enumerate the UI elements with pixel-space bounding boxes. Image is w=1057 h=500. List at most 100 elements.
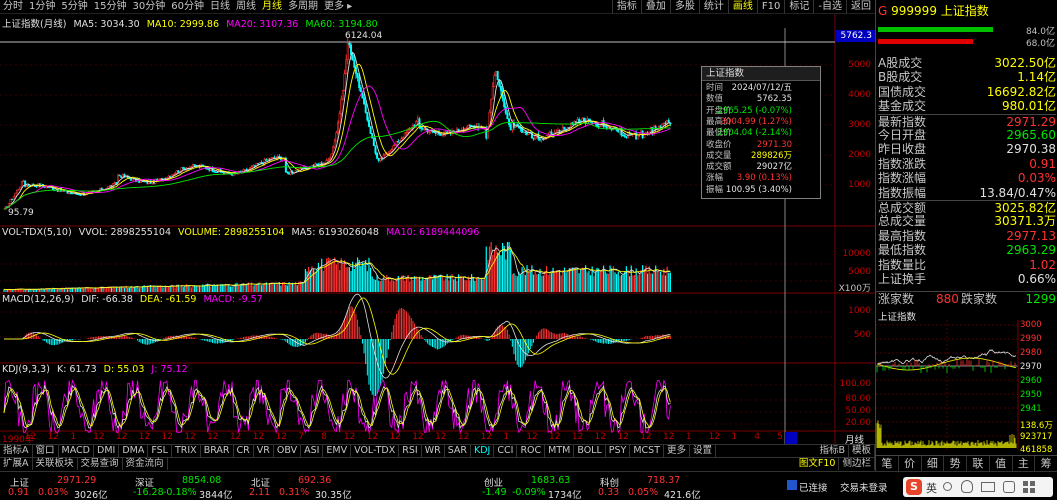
volume-bar — [604, 271, 606, 292]
indicator-tab-21[interactable]: BOLL — [574, 445, 606, 457]
quote-tab-0[interactable]: 笔 — [876, 456, 899, 471]
punctuation-icon[interactable] — [943, 482, 952, 491]
indicator-tab-24[interactable]: 更多 — [664, 445, 691, 457]
quote-tab-1[interactable]: 价 — [899, 456, 922, 471]
period-tab-8[interactable]: 月线 — [259, 0, 285, 14]
volume-bar — [462, 276, 465, 292]
volume-bars — [3, 242, 671, 292]
indicator-tab-16[interactable]: SAR — [445, 445, 471, 457]
toolbar-button-7[interactable]: -自选 — [813, 0, 846, 14]
indicator-tab-8[interactable]: CR — [234, 445, 254, 457]
time-label-19: 12 — [435, 432, 447, 442]
sub-right-tab-0[interactable]: 图文F10 — [796, 458, 840, 470]
quote-tab-3[interactable]: 势 — [944, 456, 967, 471]
indicator-tab-22[interactable]: PSY — [606, 445, 631, 457]
ime-toolbar[interactable]: S 英 — [903, 477, 1053, 497]
indicator-tab-1[interactable]: 窗口 — [33, 445, 59, 457]
sub-tab-3[interactable]: 资金流向 — [123, 458, 168, 470]
d-value: D: 55.03 — [103, 364, 145, 375]
toolbar-button-6[interactable]: 标记 — [784, 0, 813, 14]
indicator-tab-13[interactable]: VOL-TDX — [351, 445, 400, 457]
indicator-tab-17[interactable]: KDJ — [471, 445, 495, 457]
volume-bar — [211, 285, 214, 292]
sub-tab-1[interactable]: 关联板块 — [33, 458, 78, 470]
candle-body — [428, 131, 431, 133]
rise-count: 880 — [936, 292, 959, 306]
quote-tab-5[interactable]: 值 — [990, 456, 1013, 471]
indicator-tab-12[interactable]: EMV — [323, 445, 352, 457]
indicator-tab-10[interactable]: OBV — [274, 445, 302, 457]
period-tab-2[interactable]: 5分钟 — [58, 0, 90, 14]
volume-bar — [353, 269, 355, 292]
toolbar-button-2[interactable]: 多股 — [669, 0, 699, 14]
microphone-icon[interactable] — [961, 480, 973, 493]
volume-bar — [195, 286, 197, 292]
indicator-tab-18[interactable]: CCI — [494, 445, 518, 457]
period-tab-6[interactable]: 日线 — [207, 0, 233, 14]
indicator-tab-20[interactable]: MTM — [545, 445, 575, 457]
status-value: 718.37 — [647, 475, 681, 486]
indicator-right-tab-0[interactable]: 指标B — [816, 445, 849, 457]
toolbar-button-0[interactable]: 指标 — [611, 0, 641, 14]
quote-tab-7[interactable]: 筹 — [1035, 456, 1057, 471]
period-tab-10[interactable]: 更多 ▸ — [321, 0, 355, 14]
indicator-tab-3[interactable]: DMI — [94, 445, 120, 457]
indicator-tab-23[interactable]: MCST — [630, 445, 665, 457]
sub-tab-0[interactable]: 扩展A — [0, 458, 33, 470]
period-tab-5[interactable]: 60分钟 — [168, 0, 207, 14]
quote-tab-6[interactable]: 主 — [1013, 456, 1036, 471]
indicator-tab-11[interactable]: ASI — [301, 445, 324, 457]
period-tab-3[interactable]: 15分钟 — [91, 0, 130, 14]
period-tab-1[interactable]: 1分钟 — [26, 0, 58, 14]
volume-bar — [413, 276, 416, 292]
candle-body — [11, 198, 14, 201]
indicator-tab-9[interactable]: VR — [254, 445, 274, 457]
indicator-tab-6[interactable]: TRIX — [172, 445, 201, 457]
keyboard-icon[interactable] — [981, 482, 995, 492]
volume-bar — [493, 250, 496, 292]
chart-area[interactable]: 上证指数(月线) MA5: 3034.30 MA10: 2999.86 MA20… — [0, 14, 875, 446]
kdj-legend-title: KDJ(9,3,3) — [2, 364, 50, 375]
period-tab-4[interactable]: 30分钟 — [129, 0, 168, 14]
volume-bar — [668, 272, 670, 292]
quote-row: 上证换手 0.66% — [878, 272, 1056, 286]
toolbar-button-8[interactable]: 返回 — [846, 0, 875, 14]
menu-grid-icon[interactable] — [1023, 481, 1035, 493]
indicator-tab-7[interactable]: BRAR — [201, 445, 234, 457]
ma5-value: MA5: 3034.30 — [73, 19, 140, 30]
candle-body — [511, 122, 514, 131]
toolbar-button-1[interactable]: 叠加 — [640, 0, 670, 14]
indicator-tab-0[interactable]: 指标A — [0, 445, 33, 457]
candle-body — [76, 193, 79, 196]
indicator-right-tab-1[interactable]: 模板 — [849, 445, 875, 457]
volume-bar — [558, 270, 561, 292]
indicator-tab-14[interactable]: RSI — [399, 445, 422, 457]
quote-tab-4[interactable]: 联 — [967, 456, 990, 471]
sub-right-tab-1[interactable]: 侧边栏 — [839, 458, 875, 470]
indicator-tab-15[interactable]: WR — [422, 445, 445, 457]
volume-bar — [567, 270, 569, 292]
indicator-tab-4[interactable]: DMA — [119, 445, 149, 457]
quote-tab-2[interactable]: 细 — [922, 456, 945, 471]
period-tab-9[interactable]: 多周期 — [285, 0, 321, 14]
ime-mode[interactable]: 英 — [926, 480, 937, 496]
period-tab-0[interactable]: 分时 — [0, 0, 26, 14]
toolbar-button-3[interactable]: 统计 — [698, 0, 728, 14]
volume-bar — [76, 288, 78, 292]
volume-bar — [132, 287, 134, 292]
volume-bar — [190, 287, 192, 292]
candle-body — [14, 192, 17, 197]
indicator-tab-25[interactable]: 设置 — [690, 445, 717, 457]
toolbar-button-4[interactable]: 画线 — [727, 0, 757, 14]
toolbar-button-5[interactable]: F10 — [756, 0, 784, 14]
indicator-tab-19[interactable]: ROC — [517, 445, 546, 457]
volume-bar — [260, 285, 263, 292]
indicator-tab-2[interactable]: MACD — [59, 445, 94, 457]
indicator-tab-5[interactable]: FSL — [148, 445, 172, 457]
skin-icon[interactable] — [1003, 481, 1015, 493]
period-tab-7[interactable]: 周线 — [233, 0, 259, 14]
volume-bar — [198, 286, 201, 292]
sub-tab-2[interactable]: 交易查询 — [78, 458, 123, 470]
volume-bar — [166, 286, 168, 292]
volume-bar — [374, 279, 377, 292]
